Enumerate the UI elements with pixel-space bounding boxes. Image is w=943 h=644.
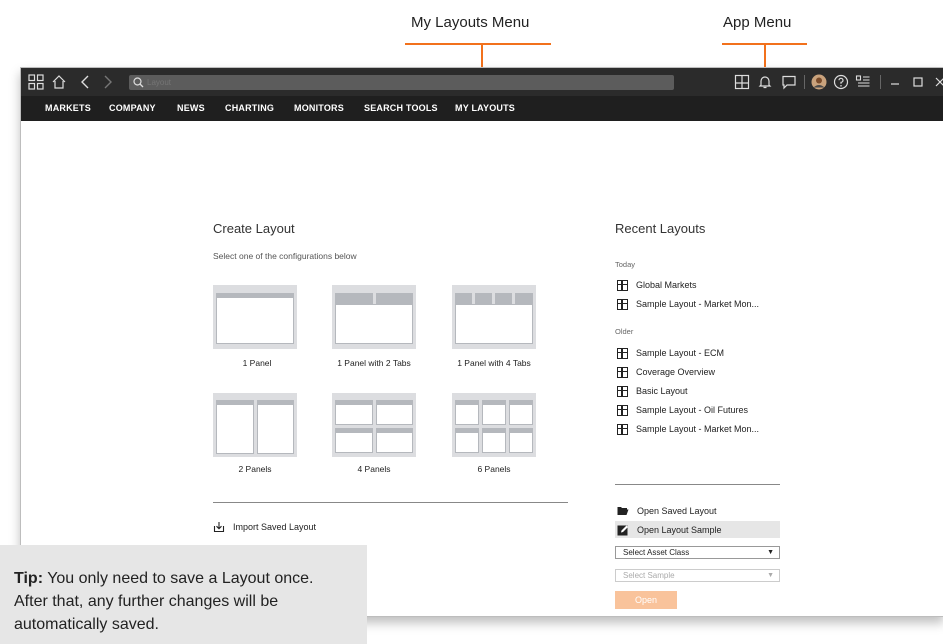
layout-grid-icon (617, 279, 628, 291)
app-menu-icon[interactable] (854, 73, 872, 91)
sample-select[interactable]: Select Sample ▼ (615, 569, 780, 582)
forward-arrow-icon[interactable] (99, 73, 117, 91)
layout-grid-icon (617, 404, 628, 416)
recent-layout-item[interactable]: Sample Layout - Market Mon... (617, 422, 759, 436)
today-label: Today (615, 260, 636, 269)
dropdown-arrow-icon: ▼ (767, 572, 774, 579)
sample-value: Select Sample (623, 571, 675, 580)
asset-class-select[interactable]: Select Asset Class ▼ (615, 546, 780, 559)
folder-icon (617, 506, 629, 515)
layout-option-label: 6 Panels (477, 464, 511, 474)
help-icon[interactable] (832, 73, 850, 91)
recent-layout-item[interactable]: Sample Layout - Oil Futures (617, 403, 748, 417)
avatar[interactable] (810, 73, 828, 91)
menu-markets[interactable]: MARKETS (45, 103, 91, 113)
recent-layout-label: Global Markets (636, 280, 697, 290)
dropdown-arrow-icon: ▼ (767, 549, 774, 556)
layout-option-label: 2 Panels (238, 464, 272, 474)
open-saved-layout-label: Open Saved Layout (637, 505, 717, 516)
open-layout-sample-label: Open Layout Sample (637, 524, 722, 535)
import-icon (213, 522, 225, 533)
import-saved-layout-label: Import Saved Layout (233, 522, 317, 532)
layout-grid-icon (617, 347, 628, 359)
menu-charting[interactable]: CHARTING (225, 103, 274, 113)
back-arrow-icon[interactable] (76, 73, 94, 91)
tip-box: Tip: You only need to save a Layout once… (0, 545, 367, 644)
tip-body: You only need to save a Layout once. Aft… (14, 570, 314, 633)
chat-icon[interactable] (780, 73, 798, 91)
close-icon[interactable] (931, 73, 943, 91)
main-menu-bar: MARKETS COMPANY NEWS CHARTING MONITORS S… (21, 96, 943, 121)
open-saved-layout-button[interactable]: Open Saved Layout (615, 503, 780, 518)
create-layout-subtitle: Select one of the configurations below (213, 251, 357, 261)
app-menu-callout: App Menu (723, 14, 792, 31)
layout-grid-icon (617, 423, 628, 435)
menu-my-layouts[interactable]: MY LAYOUTS (455, 103, 515, 113)
layout-option-label: 1 Panel with 4 Tabs (457, 358, 531, 368)
layout-grid-icon (617, 298, 628, 310)
recent-layout-label: Basic Layout (636, 386, 688, 396)
search-icon (133, 77, 144, 88)
open-button[interactable]: Open (615, 591, 677, 609)
recent-layout-item[interactable]: Basic Layout (617, 384, 688, 398)
open-button-label: Open (634, 595, 658, 605)
search-input[interactable] (147, 75, 647, 90)
recent-layout-label: Sample Layout - Market Mon... (636, 299, 760, 309)
minimize-icon[interactable] (886, 73, 904, 91)
create-layout-title: Create Layout (213, 221, 295, 236)
toolbar-divider (804, 75, 805, 89)
create-layout-divider (213, 502, 568, 503)
bell-icon[interactable] (756, 73, 774, 91)
recent-layout-label: Sample Layout - ECM (636, 348, 725, 358)
my-layouts-callout-underline (405, 43, 551, 45)
layout-icon[interactable] (733, 73, 751, 91)
asset-class-value: Select Asset Class (623, 548, 690, 557)
layout-option-6-panels[interactable] (452, 393, 536, 457)
title-bar (21, 68, 943, 96)
menu-news[interactable]: NEWS (177, 103, 205, 113)
open-layout-sample-button[interactable]: Open Layout Sample (615, 521, 780, 538)
menu-monitors[interactable]: MONITORS (294, 103, 344, 113)
recent-layouts-title: Recent Layouts (615, 221, 706, 236)
edit-icon (617, 525, 628, 535)
layout-grid-icon (617, 385, 628, 397)
layout-option-1-panel-4-tabs[interactable] (452, 285, 536, 349)
layout-option-label: 1 Panel with 2 Tabs (337, 358, 411, 368)
menu-search-tools[interactable]: SEARCH TOOLS (364, 103, 438, 113)
layout-option-1-panel[interactable] (213, 285, 297, 349)
recent-layout-item[interactable]: Coverage Overview (617, 365, 715, 379)
my-layouts-callout: My Layouts Menu (411, 14, 530, 31)
layout-option-label: 1 Panel (242, 358, 272, 368)
home-icon[interactable] (50, 73, 68, 91)
menu-company[interactable]: COMPANY (109, 103, 156, 113)
layout-option-label: 4 Panels (357, 464, 391, 474)
maximize-icon[interactable] (909, 73, 927, 91)
recent-layout-label: Sample Layout - Oil Futures (636, 405, 749, 415)
recent-layout-label: Sample Layout - Market Mon... (636, 424, 760, 434)
layout-grid-icon (617, 366, 628, 378)
tip-label: Tip: (14, 570, 44, 587)
layout-option-4-panels[interactable] (332, 393, 416, 457)
older-label: Older (615, 327, 634, 336)
recent-layout-item[interactable]: Sample Layout - Market Mon... (617, 297, 759, 311)
recent-layouts-divider (615, 484, 780, 485)
tip-text: Tip: You only need to save a Layout once… (14, 567, 344, 636)
import-saved-layout-link[interactable]: Import Saved Layout (213, 521, 316, 533)
toolbar-divider (880, 75, 881, 89)
recent-layout-item[interactable]: Sample Layout - ECM (617, 346, 724, 360)
layout-option-2-panels[interactable] (213, 393, 297, 457)
grid-apps-icon[interactable] (27, 73, 45, 91)
recent-layout-label: Coverage Overview (636, 367, 716, 377)
search-bar[interactable] (129, 75, 674, 90)
layout-option-1-panel-2-tabs[interactable] (332, 285, 416, 349)
recent-layout-item[interactable]: Global Markets (617, 278, 697, 292)
